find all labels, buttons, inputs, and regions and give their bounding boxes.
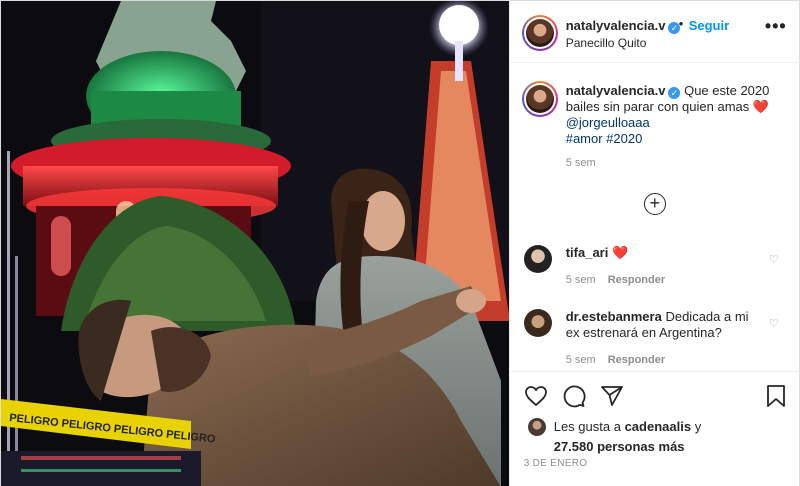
comment-meta: 5 sem Responder (566, 274, 665, 286)
comment-text: dr.estebanmera Dedicada a mi ex estrenar… (566, 309, 766, 341)
author-username[interactable]: natalyvalencia.v (566, 18, 666, 33)
commenter-username[interactable]: tifa_ari (566, 245, 609, 260)
likes-connector: y (694, 419, 702, 434)
commenter-username[interactable]: dr.estebanmera (566, 309, 662, 324)
post-photo-illustration: PELIGRO PELIGRO PELIGRO PELIGRO (1, 1, 509, 486)
post-actions: Les gusta a cadenaalis y 27.580 personas… (509, 371, 800, 486)
verified-icon: ✓ (668, 87, 681, 99)
caption-mention[interactable]: @jorgeulloaaa (566, 115, 650, 130)
post-header: natalyvalencia.v ✓ • Seguir Panecillo Qui… (509, 1, 800, 63)
comment-timestamp[interactable]: 5 sem (566, 274, 596, 286)
author-avatar[interactable] (521, 15, 558, 51)
caption-hashtags[interactable]: #amor #2020 (566, 131, 643, 146)
likes-count[interactable]: 27.580 personas más (554, 439, 685, 454)
comment-body: ❤️ (611, 245, 629, 260)
caption-text: natalyvalencia.v ✓ Que este 2020 bailes s… (566, 83, 788, 147)
commenter-avatar[interactable] (523, 245, 552, 273)
comment-text: tifa_ari ❤️ (566, 245, 766, 261)
more-options-icon[interactable]: ••• (765, 17, 787, 35)
liker-avatar[interactable] (527, 418, 546, 436)
reply-button[interactable]: Responder (608, 274, 665, 286)
liker-username[interactable]: cadenaalis (625, 419, 692, 434)
likes-text: Les gusta a cadenaalis y 27.580 personas… (554, 417, 794, 457)
share-icon[interactable] (600, 384, 624, 408)
header-separator: • (678, 16, 684, 31)
post-date[interactable]: 3 DE ENERO (524, 458, 588, 469)
follow-button[interactable]: Seguir (689, 18, 729, 33)
caption-author-avatar[interactable] (521, 81, 558, 117)
commenter-avatar[interactable] (523, 309, 552, 337)
comment-like-heart-icon[interactable]: ♡ (769, 253, 779, 266)
caption-timestamp[interactable]: 5 sem (566, 157, 596, 169)
bookmark-icon[interactable] (764, 384, 788, 408)
heart-icon[interactable] (524, 384, 548, 408)
post-side-panel: natalyvalencia.v ✓ • Seguir Panecillo Qui… (508, 1, 800, 486)
reply-button[interactable]: Responder (608, 354, 665, 366)
heart-emoji: ❤️ (752, 99, 770, 114)
comment-like-heart-icon[interactable]: ♡ (769, 317, 779, 330)
instagram-post: PELIGRO PELIGRO PELIGRO PELIGRO natalyva… (0, 0, 800, 486)
add-comments-icon[interactable]: + (643, 193, 666, 215)
comment-icon[interactable] (562, 384, 586, 408)
post-location[interactable]: Panecillo Quito (566, 36, 647, 50)
caption-username[interactable]: natalyvalencia.v (566, 83, 666, 98)
comment-meta: 5 sem Responder (566, 354, 665, 366)
comment-timestamp[interactable]: 5 sem (566, 354, 596, 366)
post-photo[interactable]: PELIGRO PELIGRO PELIGRO PELIGRO (1, 1, 509, 486)
likes-prefix: Les gusta a (553, 419, 621, 434)
